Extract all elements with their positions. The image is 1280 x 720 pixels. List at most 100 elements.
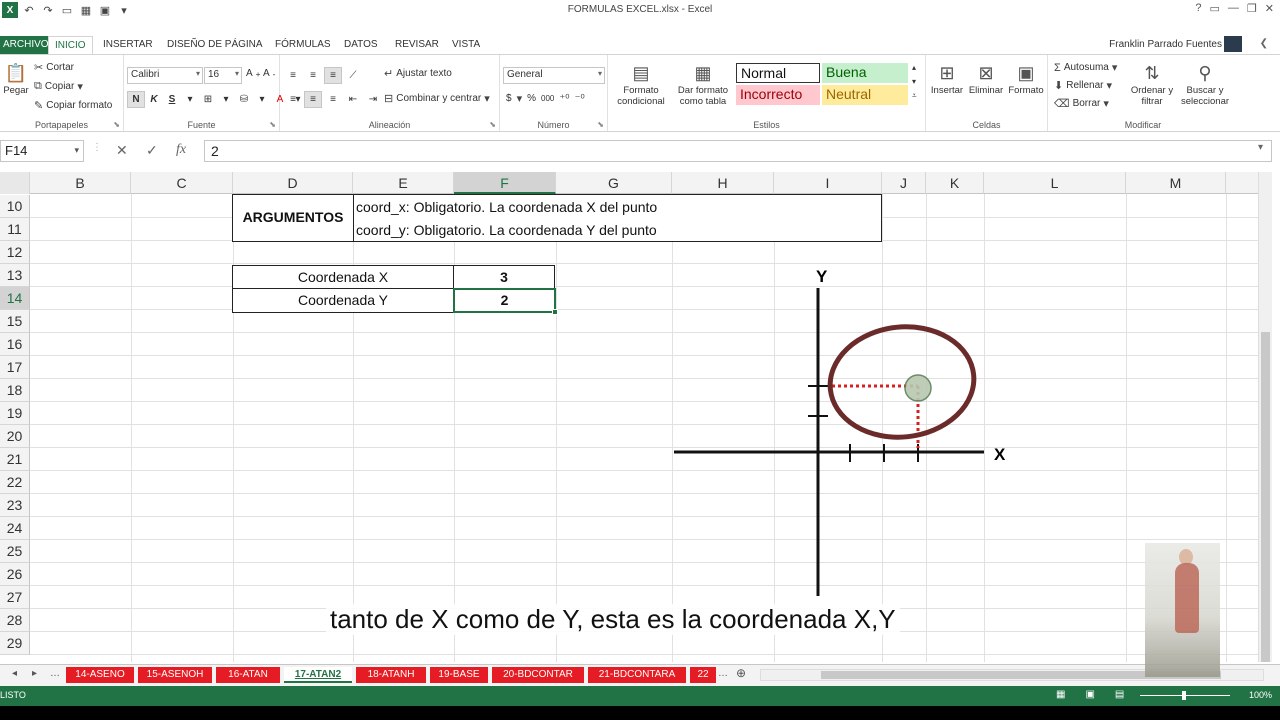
style-good[interactable]: Buena: [822, 63, 908, 83]
styles-scroll-up-icon[interactable]: ▴: [912, 63, 916, 72]
minimize-icon[interactable]: —: [1228, 2, 1239, 15]
ribbon-display-icon[interactable]: ▭: [1210, 2, 1220, 15]
row-header-19[interactable]: 19: [0, 402, 30, 425]
autosum-button[interactable]: Σ Autosuma ▾: [1054, 61, 1117, 75]
column-header-g[interactable]: G: [556, 172, 672, 194]
row-header-22[interactable]: 22: [0, 471, 30, 494]
avatar[interactable]: [1224, 36, 1242, 52]
align-middle-icon[interactable]: ≡: [304, 67, 322, 84]
row-header-12[interactable]: 12: [0, 241, 30, 264]
chevron-down-icon[interactable]: ▾: [253, 91, 271, 108]
row-header-24[interactable]: 24: [0, 517, 30, 540]
add-sheet-icon[interactable]: ⊕: [736, 666, 746, 680]
sheet-tab-16-atan[interactable]: 16-ATAN: [216, 667, 280, 683]
restore-icon[interactable]: ❐: [1247, 2, 1257, 15]
decrease-decimal-icon[interactable]: ⁻⁰: [575, 92, 585, 105]
format-as-table-button[interactable]: ▦ Dar formato como tabla: [672, 61, 734, 108]
sort-filter-button[interactable]: ⇅ Ordenar y filtrar: [1126, 61, 1178, 108]
sheet-tab-19-base[interactable]: 19-BASE: [430, 667, 488, 683]
paste-button[interactable]: 📋 Pegar: [2, 61, 30, 97]
cut-button[interactable]: ✂ Cortar: [34, 61, 74, 74]
row-header-18[interactable]: 18: [0, 379, 30, 402]
thousands-button[interactable]: 000: [541, 94, 554, 103]
align-top-icon[interactable]: ≡: [284, 67, 302, 84]
column-header-m[interactable]: M: [1126, 172, 1226, 194]
coord-x-value-cell[interactable]: 3: [453, 265, 555, 289]
styles-more-icon[interactable]: ⩡: [912, 91, 917, 101]
style-neutral[interactable]: Neutral: [822, 85, 908, 105]
row-header-15[interactable]: 15: [0, 310, 30, 333]
chevron-down-icon[interactable]: ▾: [217, 91, 235, 108]
column-header-b[interactable]: B: [30, 172, 131, 194]
fill-handle[interactable]: [552, 309, 558, 315]
grow-font-icon[interactable]: A +: [246, 68, 261, 79]
increase-indent-icon[interactable]: ⇥: [364, 91, 382, 108]
styles-scroll-down-icon[interactable]: ▾: [912, 77, 916, 86]
row-header-25[interactable]: 25: [0, 540, 30, 563]
conditional-format-button[interactable]: ▤ Formato condicional: [612, 61, 670, 108]
row-header-16[interactable]: 16: [0, 333, 30, 356]
user-name[interactable]: Franklin Parrado Fuentes: [1109, 39, 1222, 50]
align-right-icon[interactable]: ≡: [324, 91, 342, 108]
row-header-29[interactable]: 29: [0, 632, 30, 655]
row-header-28[interactable]: 28: [0, 609, 30, 632]
style-bad[interactable]: Incorrecto: [736, 85, 820, 105]
page-layout-icon[interactable]: ▣: [1085, 689, 1094, 700]
sheet-prev-icon[interactable]: ◂: [12, 668, 17, 679]
column-header-h[interactable]: H: [672, 172, 774, 194]
confirm-entry-icon[interactable]: ✓: [146, 142, 158, 159]
zoom-level[interactable]: 100%: [1249, 690, 1272, 700]
sheet-more-icon[interactable]: …: [50, 668, 60, 679]
collapse-ribbon-icon[interactable]: ❮: [1260, 38, 1268, 49]
format-painter-button[interactable]: ✎ Copiar formato: [34, 99, 112, 112]
row-header-17[interactable]: 17: [0, 356, 30, 379]
tab-datos[interactable]: DATOS: [344, 36, 378, 54]
fill-button[interactable]: ⬇ Rellenar ▾: [1054, 79, 1112, 92]
shrink-font-icon[interactable]: A-: [263, 68, 275, 79]
zoom-slider-knob[interactable]: [1182, 691, 1186, 700]
copy-button[interactable]: ⧉ Copiar ▾: [34, 80, 83, 93]
bold-button[interactable]: N: [127, 91, 145, 108]
sheet-tab-18-atanh[interactable]: 18-ATANH: [356, 667, 426, 683]
format-cells-button[interactable]: ▣ Formato: [1006, 61, 1046, 97]
worksheet-grid[interactable]: B C D E F G H I J K L M 10 11 12 13 14 1…: [0, 172, 1268, 662]
underline-button[interactable]: S: [163, 91, 181, 108]
name-box[interactable]: F14 ▾: [0, 140, 84, 162]
tab-revisar[interactable]: REVISAR: [395, 36, 439, 54]
row-header-23[interactable]: 23: [0, 494, 30, 517]
sheet-tab-14-aseno[interactable]: 14-ASENO: [66, 667, 134, 683]
increase-decimal-icon[interactable]: ⁺⁰: [559, 92, 569, 105]
font-name-combo[interactable]: Calibri ▾: [127, 67, 203, 84]
sheet-tab-17-atan2[interactable]: 17-ATAN2: [284, 667, 352, 683]
coord-y-value-cell-active[interactable]: 2: [453, 288, 558, 315]
column-header-d[interactable]: D: [233, 172, 353, 194]
dialog-launcher-icon[interactable]: ⬊: [597, 120, 604, 129]
column-header-f[interactable]: F: [454, 172, 556, 194]
tab-vista[interactable]: VISTA: [452, 36, 480, 54]
column-header-k[interactable]: K: [926, 172, 984, 194]
sheet-next-icon[interactable]: ▸: [32, 668, 37, 679]
column-header-c[interactable]: C: [131, 172, 233, 194]
font-size-combo[interactable]: 16 ▾: [204, 67, 242, 84]
row-header-26[interactable]: 26: [0, 563, 30, 586]
close-icon[interactable]: ✕: [1265, 2, 1274, 15]
italic-button[interactable]: K: [145, 91, 163, 108]
sheet-tab-21-bdcontara[interactable]: 21-BDCONTARA: [588, 667, 686, 683]
insert-cells-button[interactable]: ⊞ Insertar: [928, 61, 966, 97]
sheet-tab-15-asenoh[interactable]: 15-ASENOH: [138, 667, 212, 683]
formula-input[interactable]: 2: [204, 140, 1272, 162]
column-header-j[interactable]: J: [882, 172, 926, 194]
dialog-launcher-icon[interactable]: ⬊: [489, 120, 496, 129]
decrease-indent-icon[interactable]: ⇤: [344, 91, 362, 108]
vertical-scrollbar[interactable]: [1258, 172, 1272, 662]
tab-diseno-pagina[interactable]: DISEÑO DE PÁGINA: [167, 36, 263, 54]
delete-cells-button[interactable]: ⊠ Eliminar: [966, 61, 1006, 97]
dialog-launcher-icon[interactable]: ⬊: [113, 120, 120, 129]
tab-inicio[interactable]: INICIO: [48, 36, 93, 54]
arguments-desc-cell[interactable]: coord_x: Obligatorio. La coordenada X de…: [353, 194, 882, 242]
row-header-13[interactable]: 13: [0, 264, 30, 287]
column-header-e[interactable]: E: [353, 172, 454, 194]
normal-view-icon[interactable]: ▦: [1056, 689, 1065, 700]
orientation-icon[interactable]: ⟋: [344, 67, 362, 84]
clear-button[interactable]: ⌫ Borrar ▾: [1054, 97, 1109, 110]
